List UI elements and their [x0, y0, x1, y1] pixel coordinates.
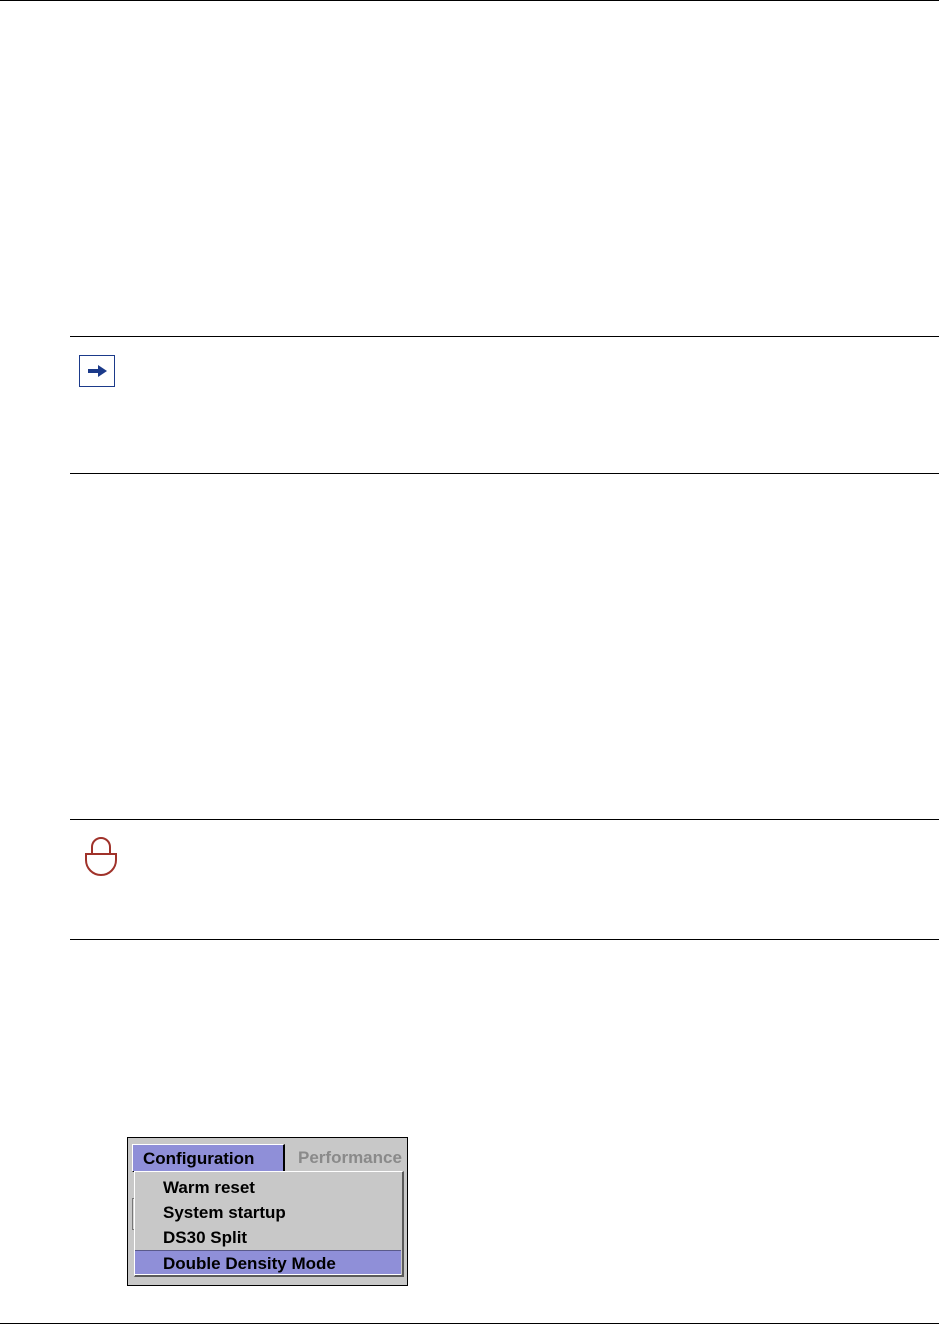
configuration-dropdown: Warm reset System startup DS30 Split Dou… — [134, 1171, 404, 1277]
page-top-rule — [0, 0, 939, 1]
security-note-top-rule — [70, 819, 939, 820]
menu-performance[interactable]: Performance — [290, 1144, 407, 1172]
note-bottom-rule — [70, 473, 939, 474]
menu-item-double-density-mode[interactable]: Double Density Mode — [135, 1250, 401, 1275]
lock-icon — [83, 836, 119, 878]
menu-configuration[interactable]: Configuration — [132, 1144, 285, 1172]
arrow-right-icon — [79, 355, 115, 387]
security-note-bottom-rule — [70, 939, 939, 940]
menu-item-warm-reset[interactable]: Warm reset — [135, 1175, 401, 1200]
note-top-rule — [70, 336, 939, 337]
configuration-menu-screenshot: Configuration Performance Warm reset Sys… — [127, 1137, 408, 1286]
menu-item-system-startup[interactable]: System startup — [135, 1200, 401, 1225]
menu-item-ds30-split[interactable]: DS30 Split — [135, 1225, 401, 1250]
menubar: Configuration Performance — [132, 1144, 407, 1172]
